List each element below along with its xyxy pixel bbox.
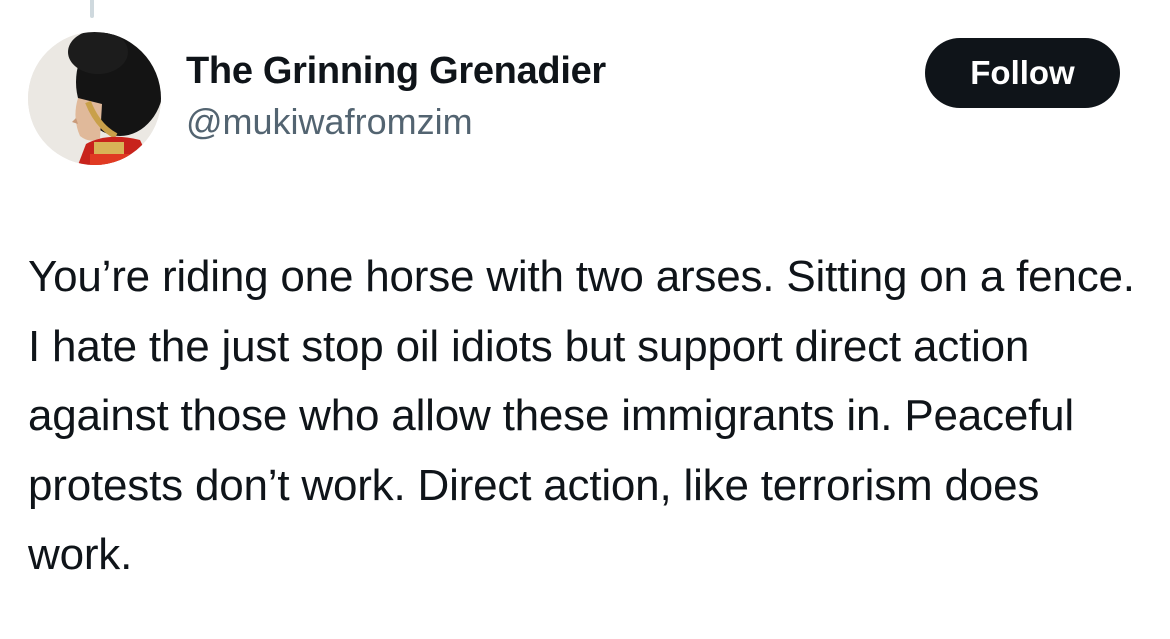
avatar[interactable] <box>28 32 161 165</box>
author-display-name[interactable]: The Grinning Grenadier <box>186 48 606 94</box>
grenadier-guard-avatar-icon <box>28 32 161 165</box>
author-identity: The Grinning Grenadier @mukiwafromzim <box>186 48 606 144</box>
author-handle[interactable]: @mukiwafromzim <box>186 100 606 144</box>
tweet-text: You’re riding one horse with two arses. … <box>28 252 1147 579</box>
thread-connector-line <box>90 0 94 18</box>
tweet-header: The Grinning Grenadier @mukiwafromzim Fo… <box>28 32 1120 167</box>
follow-button[interactable]: Follow <box>925 38 1120 108</box>
